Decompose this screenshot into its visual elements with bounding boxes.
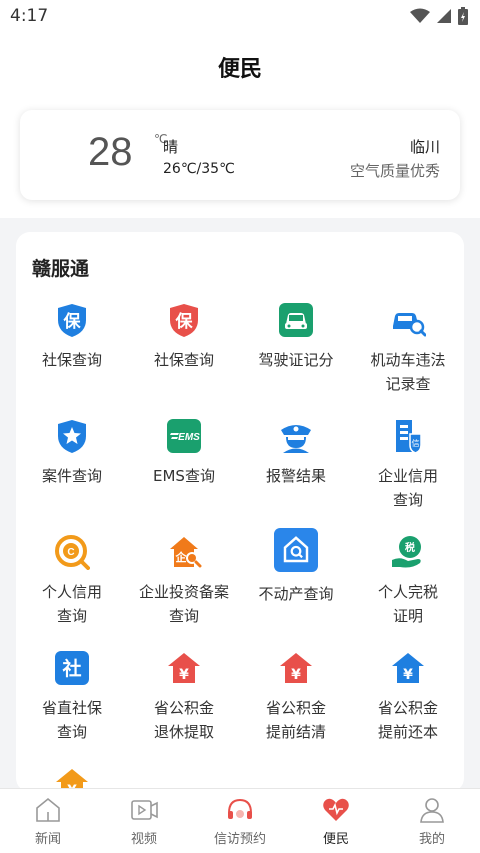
tax-icon: 税 [392, 536, 421, 568]
service-label: 报警结果 [265, 467, 326, 485]
svg-text:社: 社 [61, 657, 81, 680]
service-label: 社保查询 [41, 351, 102, 369]
svg-text:¥: ¥ [179, 667, 189, 683]
social-icon: 社 [55, 651, 89, 685]
service-item[interactable]: 案件查询 [16, 418, 128, 488]
tab-label: 信访预约 [213, 832, 266, 847]
tab-mine[interactable]: 我的 [384, 789, 480, 853]
ems-icon: EMS [167, 419, 201, 453]
weather-temperature: 28 [88, 130, 133, 174]
svg-text:保: 保 [175, 311, 194, 332]
service-label: 个人完税证明 [377, 583, 438, 625]
star-shield-icon [58, 420, 86, 453]
service-item[interactable]: 保 社保查询 [128, 302, 240, 372]
status-icons [410, 7, 468, 25]
status-time: 4:17 [10, 6, 49, 26]
service-label: 不动产查询 [258, 585, 334, 603]
service-item[interactable]: 企 企业投资备案查询 [128, 534, 240, 628]
svg-text:信: 信 [412, 438, 420, 448]
building-icon: 信 [396, 420, 422, 454]
svg-text:EMS: EMS [178, 432, 200, 443]
home-icon [36, 797, 60, 822]
tab-news[interactable]: 新闻 [0, 789, 96, 853]
service-item[interactable]: 税 个人完税证明 [352, 534, 464, 628]
signal-icon [437, 9, 451, 23]
service-item[interactable]: ¥ 省公积金退休提取 [128, 650, 240, 744]
service-item[interactable]: 保 社保查询 [16, 302, 128, 372]
battery-icon [458, 7, 468, 25]
page-title: 便民 [217, 57, 262, 82]
service-item[interactable]: 不动产查询 [240, 528, 352, 606]
police-icon [281, 425, 311, 453]
page-header: 便民 [0, 32, 480, 102]
service-label: EMS查询 [153, 467, 215, 485]
services-panel: 赣服通 保 社保查询 保 社保查询 驾驶证记分 机动车违法记录查 案件查询 EM… [16, 232, 464, 792]
yuan-house-icon: ¥ [392, 653, 424, 683]
service-item[interactable]: C 个人信用查询 [16, 534, 128, 628]
service-label: 机动车违法记录查 [370, 351, 446, 393]
tab-label: 视频 [130, 832, 157, 847]
service-item[interactable]: 信 企业信用查询 [352, 418, 464, 512]
svg-text:C: C [67, 547, 74, 558]
service-label: 驾驶证记分 [258, 351, 334, 369]
social-security-shield-icon: 保 [58, 304, 86, 337]
credit-icon: C [55, 535, 90, 570]
service-label: 省公积金提前还本 [377, 699, 438, 741]
tab-petition[interactable]: 信访预约 [192, 789, 288, 853]
tab-label: 新闻 [34, 832, 61, 847]
wifi-icon [410, 8, 430, 23]
service-label: 社保查询 [153, 351, 214, 369]
car-search-icon [393, 313, 426, 337]
service-item[interactable]: 机动车违法记录查 [352, 302, 464, 396]
user-icon [420, 798, 444, 823]
weather-card[interactable]: 28 ℃ 晴 26℃/35℃ 临川 空气质量优秀 [20, 110, 460, 200]
weather-air-quality: 空气质量优秀 [349, 162, 440, 180]
investment-icon: 企 [170, 537, 202, 568]
service-item[interactable]: 驾驶证记分 [240, 302, 352, 372]
heart-icon [323, 798, 349, 821]
yuan-house-icon: ¥ [280, 653, 312, 683]
weather-city: 临川 [409, 138, 440, 156]
weather-condition: 晴 [163, 138, 179, 156]
tab-video[interactable]: 视频 [96, 789, 192, 853]
social-security-shield-icon: 保 [170, 304, 198, 337]
service-item[interactable]: EMS EMS查询 [128, 418, 240, 488]
yuan-house-icon: ¥ [168, 653, 200, 683]
svg-text:¥: ¥ [291, 667, 301, 683]
svg-text:保: 保 [63, 311, 82, 332]
service-label: 案件查询 [41, 467, 102, 485]
service-label: 个人信用查询 [41, 583, 102, 625]
tab-label: 我的 [418, 832, 445, 847]
service-label: 省直社保查询 [41, 699, 102, 741]
tab-convenience[interactable]: 便民 [288, 789, 384, 853]
svg-text:企: 企 [175, 550, 188, 564]
service-item[interactable]: ¥ 省公积金提前结清 [240, 650, 352, 744]
svg-text:税: 税 [405, 541, 415, 554]
service-label: 省公积金提前结清 [265, 699, 326, 741]
house-search-icon [274, 528, 318, 572]
service-item[interactable]: 社 省直社保查询 [16, 650, 128, 744]
car-icon [279, 303, 313, 337]
service-label: 企业信用查询 [377, 467, 438, 509]
petition-icon [228, 798, 252, 819]
svg-text:¥: ¥ [403, 667, 413, 683]
tab-label: 便民 [322, 832, 349, 847]
weather-range: 26℃/35℃ [163, 161, 235, 177]
video-icon [131, 800, 158, 820]
status-bar: 4:17 [0, 0, 480, 32]
weather-section: 28 ℃ 晴 26℃/35℃ 临川 空气质量优秀 [0, 102, 480, 218]
service-item[interactable]: 报警结果 [240, 418, 352, 488]
bottom-tab-bar: 新闻 视频 信访预约 便民 我的 [0, 788, 480, 853]
service-item[interactable]: ¥ 省公积金提前还本 [352, 650, 464, 744]
section-title: 赣服通 [32, 258, 90, 280]
service-label: 省公积金退休提取 [153, 699, 214, 741]
service-label: 企业投资备案查询 [138, 583, 229, 625]
